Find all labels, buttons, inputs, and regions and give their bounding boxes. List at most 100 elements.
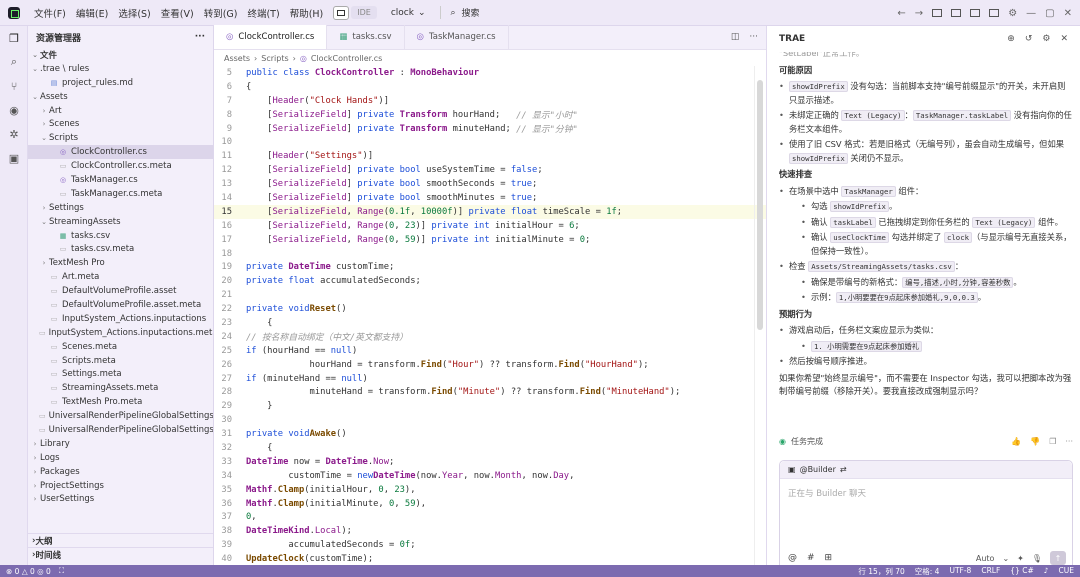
tab-tasks-csv[interactable]: ▦ tasks.csv xyxy=(327,25,405,49)
copy-icon[interactable]: ❐ xyxy=(1049,437,1056,446)
tree-folder[interactable]: › Packages xyxy=(28,465,213,479)
chat-input[interactable]: 正在与 Builder 聊天 xyxy=(780,479,1072,507)
tab-clockcontroller[interactable]: ◎ ClockController.cs xyxy=(214,25,328,49)
forward-arrow-icon[interactable]: → xyxy=(915,8,923,19)
at-mention-icon[interactable]: @ xyxy=(788,553,797,563)
files-section[interactable]: ⌄ 文件 xyxy=(28,48,213,62)
microphone-icon[interactable]: 🎙 xyxy=(1032,554,1042,563)
ide-mode-button[interactable]: IDE xyxy=(351,6,377,19)
breadcrumb-assets[interactable]: Assets xyxy=(224,54,250,63)
chat-input-box[interactable]: ▣ @Builder ⇄ 正在与 Builder 聊天 @ # ⊞ Auto ⌄… xyxy=(779,460,1073,572)
tree-folder[interactable]: ⌄ StreamingAssets xyxy=(28,215,213,229)
new-chat-icon[interactable]: ⊕ xyxy=(1007,34,1015,44)
toggle-panel-icon[interactable] xyxy=(951,9,962,17)
tree-file[interactable]: ▭ UniversalRenderPipelineGlobalSettings..… xyxy=(28,423,213,437)
tree-folder[interactable]: › ProjectSettings xyxy=(28,479,213,493)
vertical-scrollbar[interactable] xyxy=(757,80,763,330)
tree-folder[interactable]: › Logs xyxy=(28,451,213,465)
switch-icon[interactable]: ⇄ xyxy=(840,465,847,474)
sparkle-icon[interactable]: ✦ xyxy=(1017,554,1024,563)
code-area[interactable]: 5 public class ClockController : MonoBeha… xyxy=(214,66,766,565)
tree-file[interactable]: ▭ tasks.csv.meta xyxy=(28,242,213,256)
image-icon[interactable]: ⊞ xyxy=(825,553,833,563)
tree-file[interactable]: ▤ project_rules.md xyxy=(28,76,213,90)
menu-file[interactable]: 文件(F) xyxy=(34,6,66,20)
tree-file[interactable]: ▭ DefaultVolumeProfile.asset.meta xyxy=(28,298,213,312)
tree-file[interactable]: ▭ DefaultVolumeProfile.asset xyxy=(28,284,213,298)
more-icon[interactable]: ··· xyxy=(1065,437,1073,446)
search-files-icon[interactable]: ⌕ xyxy=(0,50,28,74)
tree-folder[interactable]: › Settings xyxy=(28,201,213,215)
tab-taskmanager[interactable]: ◎ TaskManager.cs xyxy=(405,25,509,49)
tree-folder[interactable]: › Art xyxy=(28,104,213,118)
source-control-icon[interactable]: ⑂ xyxy=(0,74,28,98)
menu-help[interactable]: 帮助(H) xyxy=(290,6,324,20)
tree-file[interactable]: ▭ ClockController.cs.meta xyxy=(28,159,213,173)
split-editor-icon[interactable]: ◫ xyxy=(731,32,740,42)
menu-view[interactable]: 查看(V) xyxy=(161,6,194,20)
tree-folder[interactable]: ⌄ Scripts xyxy=(28,131,213,145)
menu-goto[interactable]: 转到(G) xyxy=(204,6,238,20)
toggle-sidebar-icon[interactable] xyxy=(932,9,943,17)
more-icon[interactable]: ··· xyxy=(749,32,758,42)
minimize-icon[interactable]: — xyxy=(1026,8,1036,19)
tree-file[interactable]: ▭ UniversalRenderPipelineGlobalSettings..… xyxy=(28,409,213,423)
mode-switch[interactable]: IDE xyxy=(333,5,377,20)
gear-icon[interactable]: ⚙ xyxy=(1042,34,1050,44)
solo-mode-icon[interactable] xyxy=(333,5,350,20)
send-button[interactable]: ↑ xyxy=(1050,551,1066,565)
remote-status-icon[interactable]: ⛶ xyxy=(59,566,64,576)
tree-folder[interactable]: ⌄ .trae \ rules xyxy=(28,62,213,76)
tree-folder[interactable]: › Library xyxy=(28,437,213,451)
tree-file[interactable]: ▭ InputSystem_Actions.inputactions.meta xyxy=(28,326,213,340)
encoding-status[interactable]: UTF-8 xyxy=(949,566,971,577)
toggle-aux-icon[interactable] xyxy=(970,9,981,17)
tree-file[interactable]: ▭ InputSystem_Actions.inputactions xyxy=(28,312,213,326)
tree-file[interactable]: ◎ ClockController.cs xyxy=(28,145,213,160)
menu-select[interactable]: 选择(S) xyxy=(118,6,150,20)
indent-status[interactable]: 空格: 4 xyxy=(915,566,940,577)
tree-file[interactable]: ▦ tasks.csv xyxy=(28,229,213,243)
cursor-position[interactable]: 行 15，列 70 xyxy=(858,566,904,577)
project-selector[interactable]: clock ⌄ xyxy=(391,8,426,18)
extensions-icon[interactable]: ✲ xyxy=(0,122,28,146)
breadcrumb-file[interactable]: ClockController.cs xyxy=(311,54,382,63)
thumbs-down-icon[interactable]: 👎 xyxy=(1030,437,1040,446)
tree-file[interactable]: ▭ TaskManager.cs.meta xyxy=(28,187,213,201)
maximize-icon[interactable]: ▢ xyxy=(1045,8,1054,19)
back-arrow-icon[interactable]: ← xyxy=(897,8,905,19)
tree-folder[interactable]: › Scenes xyxy=(28,117,213,131)
remote-icon[interactable]: ▣ xyxy=(0,146,28,170)
tree-file[interactable]: ▭ Settings.meta xyxy=(28,367,213,381)
tree-file[interactable]: ◎ TaskManager.cs xyxy=(28,173,213,187)
language-status[interactable]: {} C# xyxy=(1010,566,1033,577)
timeline-section[interactable]: › 时间线 xyxy=(28,547,213,561)
problems-status[interactable]: ⊗ 0 △ 0 ◎ 0 xyxy=(6,567,51,576)
more-icon[interactable]: ··· xyxy=(195,32,205,42)
ime-status[interactable]: CUE xyxy=(1059,566,1074,577)
history-icon[interactable]: ↺ xyxy=(1025,34,1033,44)
model-selector[interactable]: Auto xyxy=(976,554,995,563)
tree-file[interactable]: ▭ StreamingAssets.meta xyxy=(28,381,213,395)
breadcrumb-scripts[interactable]: Scripts xyxy=(261,54,288,63)
thumbs-up-icon[interactable]: 👍 xyxy=(1011,437,1021,446)
tree-folder[interactable]: ⌄ Assets xyxy=(28,90,213,104)
tree-folder[interactable]: › UserSettings xyxy=(28,493,213,507)
run-debug-icon[interactable]: ◉ xyxy=(0,98,28,122)
tree-file[interactable]: ▭ TextMesh Pro.meta xyxy=(28,395,213,409)
hash-icon[interactable]: # xyxy=(807,553,815,563)
close-icon[interactable]: ✕ xyxy=(1060,34,1068,44)
eol-status[interactable]: CRLF xyxy=(981,566,1000,577)
outline-section[interactable]: › 大纲 xyxy=(28,533,213,547)
menu-edit[interactable]: 编辑(E) xyxy=(76,6,108,20)
global-search[interactable]: ⌕ 搜索 xyxy=(439,6,480,19)
agent-tag[interactable]: ▣ @Builder ⇄ xyxy=(780,461,1072,479)
bell-icon[interactable]: ♪ xyxy=(1044,566,1049,577)
tree-file[interactable]: ▭ Art.meta xyxy=(28,270,213,284)
tree-file[interactable]: ▭ Scenes.meta xyxy=(28,340,213,354)
tree-folder[interactable]: › TextMesh Pro xyxy=(28,256,213,270)
gear-icon[interactable]: ⚙ xyxy=(1008,8,1017,19)
layout-icon[interactable] xyxy=(989,9,1000,17)
tree-file[interactable]: ▭ Scripts.meta xyxy=(28,354,213,368)
close-icon[interactable]: ✕ xyxy=(1064,8,1072,19)
